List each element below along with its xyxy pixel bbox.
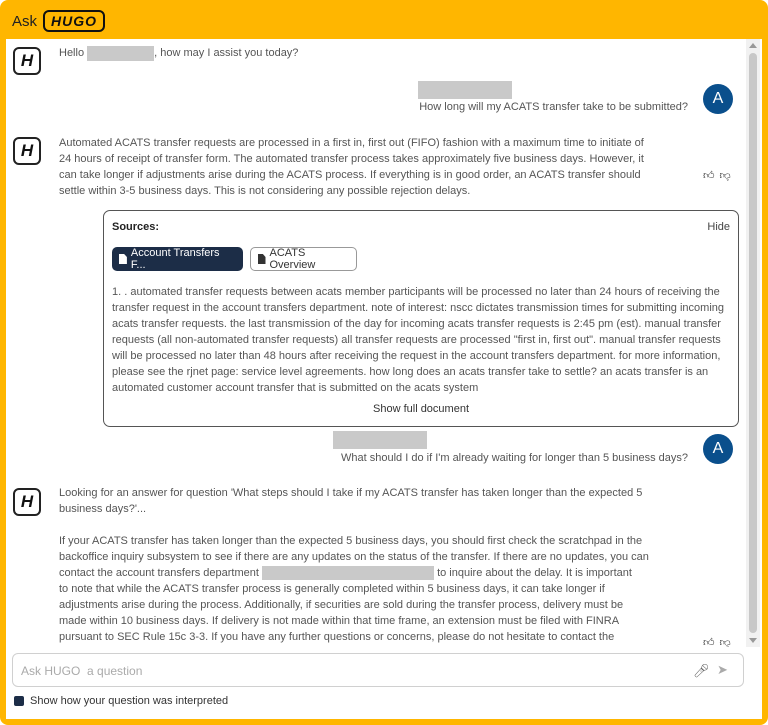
app-frame: Ask HUGO H Hello , how may I assist you … [0, 0, 768, 725]
hugo-avatar: H [13, 137, 41, 165]
thumbs-up-icon[interactable]: 👍︎ [703, 636, 715, 647]
hide-sources-link[interactable]: Hide [707, 221, 730, 233]
source-chip-acats-overview[interactable]: ACATS Overview [250, 247, 357, 271]
answer-2-line: made within 10 business days. If deliver… [59, 615, 620, 627]
hugo-avatar: H [13, 488, 41, 516]
answer-2-intro-line: business days?'... [59, 503, 147, 515]
answer-2-line: adjustments arise during the process. Ad… [59, 599, 624, 611]
hugo-logo: HUGO [43, 10, 106, 32]
thumbs-down-icon[interactable]: 👎︎ [720, 636, 731, 647]
greeting-prefix: Hello [59, 47, 85, 59]
excerpt-line: transfer request in the account transfer… [112, 302, 725, 314]
chat-panel: H Hello , how may I assist you today? Ho… [6, 39, 762, 719]
redacted-contact [262, 566, 435, 581]
scroll-down-arrow[interactable] [749, 638, 757, 643]
thumbs-up-icon[interactable]: 👍︎ [703, 169, 715, 182]
sources-panel: Sources: Hide Account Transfers F... ACA… [103, 210, 739, 427]
answer-2-line: backoffice inquiry subsystem to see if t… [59, 551, 649, 563]
microphone-icon[interactable]: 🎤︎ [693, 663, 710, 679]
document-icon [119, 254, 127, 264]
scroll-up-arrow[interactable] [749, 43, 757, 48]
answer-2-line: If your ACATS transfer has taken longer … [59, 535, 643, 547]
user-question-2: What should I do if I'm already waiting … [341, 452, 688, 464]
scroll-thumb[interactable] [749, 53, 757, 633]
chat-transcript: H Hello , how may I assist you today? Ho… [6, 39, 746, 647]
hugo-avatar: H [13, 47, 41, 75]
answer-2-line-suffix: to inquire about the delay. It is import… [437, 567, 632, 579]
interpretation-checkbox[interactable] [14, 696, 24, 706]
excerpt-line: will be processed no later than 48 hours… [112, 350, 721, 362]
user-question-1: How long will my ACATS transfer take to … [419, 101, 688, 113]
excerpt-line: automated customer account transfer that… [112, 382, 479, 394]
user-avatar: A [703, 434, 733, 464]
source-excerpt: 1. . automated transfer requests between… [112, 284, 730, 396]
answer-2-intro-line: Looking for an answer for question 'What… [59, 487, 643, 499]
redacted-name [87, 45, 155, 61]
greeting-message: Hello , how may I assist you today? [59, 45, 659, 61]
chat-scrollbar[interactable] [746, 39, 760, 647]
source-chip-label: Account Transfers F... [130, 247, 220, 271]
feedback-buttons: 👍︎ 👎︎ [703, 169, 731, 182]
show-full-document-link[interactable]: Show full document [104, 403, 738, 415]
excerpt-line: 1. . automated transfer requests between… [112, 286, 720, 298]
answer-2-line: to note that while the ACATS transfer pr… [59, 583, 605, 595]
answer-2-line-prefix: contact the account transfers department [59, 567, 259, 579]
answer-1-line: 24 hours of receipt of transfer form. Th… [59, 153, 644, 165]
user-avatar: A [703, 84, 733, 114]
redacted-user-name [418, 81, 512, 99]
interpretation-label: Show how your question was interpreted [30, 695, 229, 707]
answer-1: Automated ACATS transfer requests are pr… [59, 135, 699, 199]
greeting-suffix: , how may I assist you today? [154, 47, 299, 59]
source-chip-label: ACATS Overview [269, 247, 316, 271]
document-icon [258, 254, 266, 264]
question-input-bar: 🎤︎ ➤ [12, 653, 744, 687]
excerpt-line: requests (all non-automated transfer req… [112, 334, 721, 346]
feedback-buttons: 👍︎ 👎︎ [703, 636, 731, 647]
answer-2-line: contact the account transfers department… [59, 565, 699, 581]
interpretation-toggle[interactable]: Show how your question was interpreted [14, 695, 228, 707]
excerpt-line: acats transfer requests. the last transm… [112, 318, 721, 330]
question-input[interactable] [21, 661, 621, 681]
send-icon[interactable]: ➤ [717, 662, 733, 678]
sources-header: Sources: [112, 221, 160, 233]
redacted-user-name [333, 431, 427, 449]
answer-2: Looking for an answer for question 'What… [59, 485, 699, 645]
source-chip-account-transfers[interactable]: Account Transfers F... [112, 247, 243, 271]
title-bar: Ask HUGO [12, 8, 106, 34]
answer-1-line: Automated ACATS transfer requests are pr… [59, 137, 644, 149]
title-ask: Ask [12, 12, 38, 30]
answer-2-line: pursuant to SEC Rule 15c 3-3. If you hav… [59, 631, 615, 643]
answer-1-line: settle within 3-5 business days. This is… [59, 185, 471, 197]
excerpt-line: please see the rjnet page: service level… [112, 366, 709, 378]
answer-1-line: can take longer if adjustments arise dur… [59, 169, 641, 181]
thumbs-down-icon[interactable]: 👎︎ [720, 169, 731, 182]
